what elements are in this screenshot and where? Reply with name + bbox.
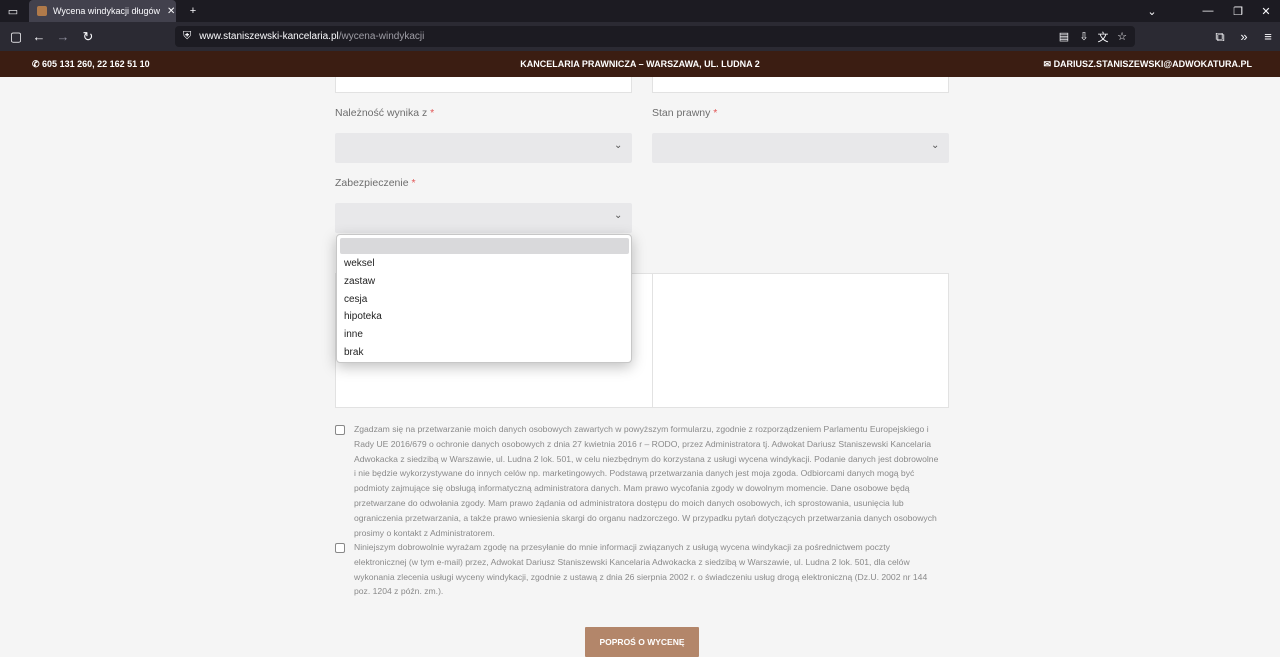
chevron-down-icon: ⌄ [614, 210, 623, 221]
browser-nav-bar: ▢ ← → ↻ ⛨ www.staniszewski-kancelaria.pl… [0, 22, 1280, 51]
dropdown-option[interactable]: hipoteka [344, 311, 382, 322]
submit-button[interactable]: POPROŚ O WYCENĘ [585, 627, 699, 657]
browser-tab[interactable]: Wycena windykacji długów prz ✕ [29, 0, 176, 22]
dropdown-option-empty[interactable] [340, 238, 629, 254]
dropdown-option[interactable]: cesja [344, 294, 367, 305]
favicon-icon [37, 6, 47, 16]
dropdown-option[interactable]: inne [344, 329, 363, 340]
dropdown-option[interactable]: brak [344, 347, 363, 358]
reload-icon[interactable]: ↻ [78, 22, 98, 51]
url-path: /wycena-windykacji [338, 31, 425, 42]
menu-icon[interactable]: ≡ [1258, 22, 1278, 51]
url-bar[interactable]: ⛨ www.staniszewski-kancelaria.pl/wycena-… [175, 26, 1135, 47]
sidebar-icon[interactable]: ▢ [6, 22, 26, 51]
forward-icon[interactable]: → [53, 22, 73, 51]
tab-close-icon[interactable]: ✕ [167, 6, 175, 17]
back-icon[interactable]: ← [29, 22, 49, 51]
tab-title: Wycena windykacji długów prz [53, 6, 163, 16]
new-tab-icon[interactable]: + [183, 0, 203, 22]
overflow-icon[interactable]: » [1234, 22, 1254, 51]
consent-email-checkbox[interactable] [335, 543, 345, 553]
url-host: www.staniszewski-kancelaria.pl [199, 31, 339, 42]
zabezpieczenie-select[interactable]: ⌄ [335, 203, 632, 233]
consent-rodo-checkbox[interactable] [335, 425, 345, 435]
input-field-partial[interactable] [652, 77, 949, 93]
close-window-icon[interactable]: ✕ [1256, 0, 1276, 22]
bookmark-star-icon[interactable]: ☆ [1113, 26, 1131, 47]
naleznosc-select[interactable]: ⌄ [335, 133, 632, 163]
extensions-icon[interactable]: ⧉ [1210, 22, 1230, 51]
translate-icon[interactable]: 文 [1094, 26, 1112, 47]
site-header: ✆ 605 131 260, 22 162 51 10 KANCELARIA P… [0, 51, 1280, 77]
tab-list-icon[interactable]: ▭ [3, 0, 23, 22]
zabezpieczenie-label: Zabezpieczenie * [335, 177, 416, 189]
header-email[interactable]: ✉ DARIUSZ.STANISZEWSKI@ADWOKATURA.PL [1044, 59, 1252, 70]
input-field-partial[interactable] [335, 77, 632, 93]
chevron-down-icon: ⌄ [614, 140, 623, 151]
consent-email-text: Niniejszym dobrowolnie wyrażam zgodę na … [354, 542, 928, 597]
chevron-down-icon[interactable]: ⌄ [1142, 0, 1162, 22]
stan-prawny-select[interactable]: ⌄ [652, 133, 949, 163]
dropdown-option[interactable]: zastaw [344, 276, 375, 287]
chevron-down-icon: ⌄ [931, 140, 940, 151]
zabezpieczenie-dropdown: weksel zastaw cesja hipoteka inne brak [336, 234, 632, 363]
message-textarea[interactable] [652, 273, 949, 408]
reader-view-icon[interactable]: ▤ [1055, 26, 1073, 47]
minimize-icon[interactable]: — [1198, 0, 1218, 22]
dropdown-option[interactable]: weksel [344, 258, 375, 269]
restore-icon[interactable]: ❐ [1228, 0, 1248, 22]
naleznosc-label: Należność wynika z * [335, 107, 435, 119]
stan-prawny-label: Stan prawny * [652, 107, 718, 119]
shield-icon[interactable]: ⛨ [183, 30, 191, 43]
consent-rodo-text: Zgadzam się na przetwarzanie moich danyc… [354, 424, 939, 538]
browser-tab-bar: ▭ Wycena windykacji długów prz ✕ + ⌄ — ❐… [0, 0, 1280, 22]
save-icon[interactable]: ⇩ [1075, 26, 1093, 47]
